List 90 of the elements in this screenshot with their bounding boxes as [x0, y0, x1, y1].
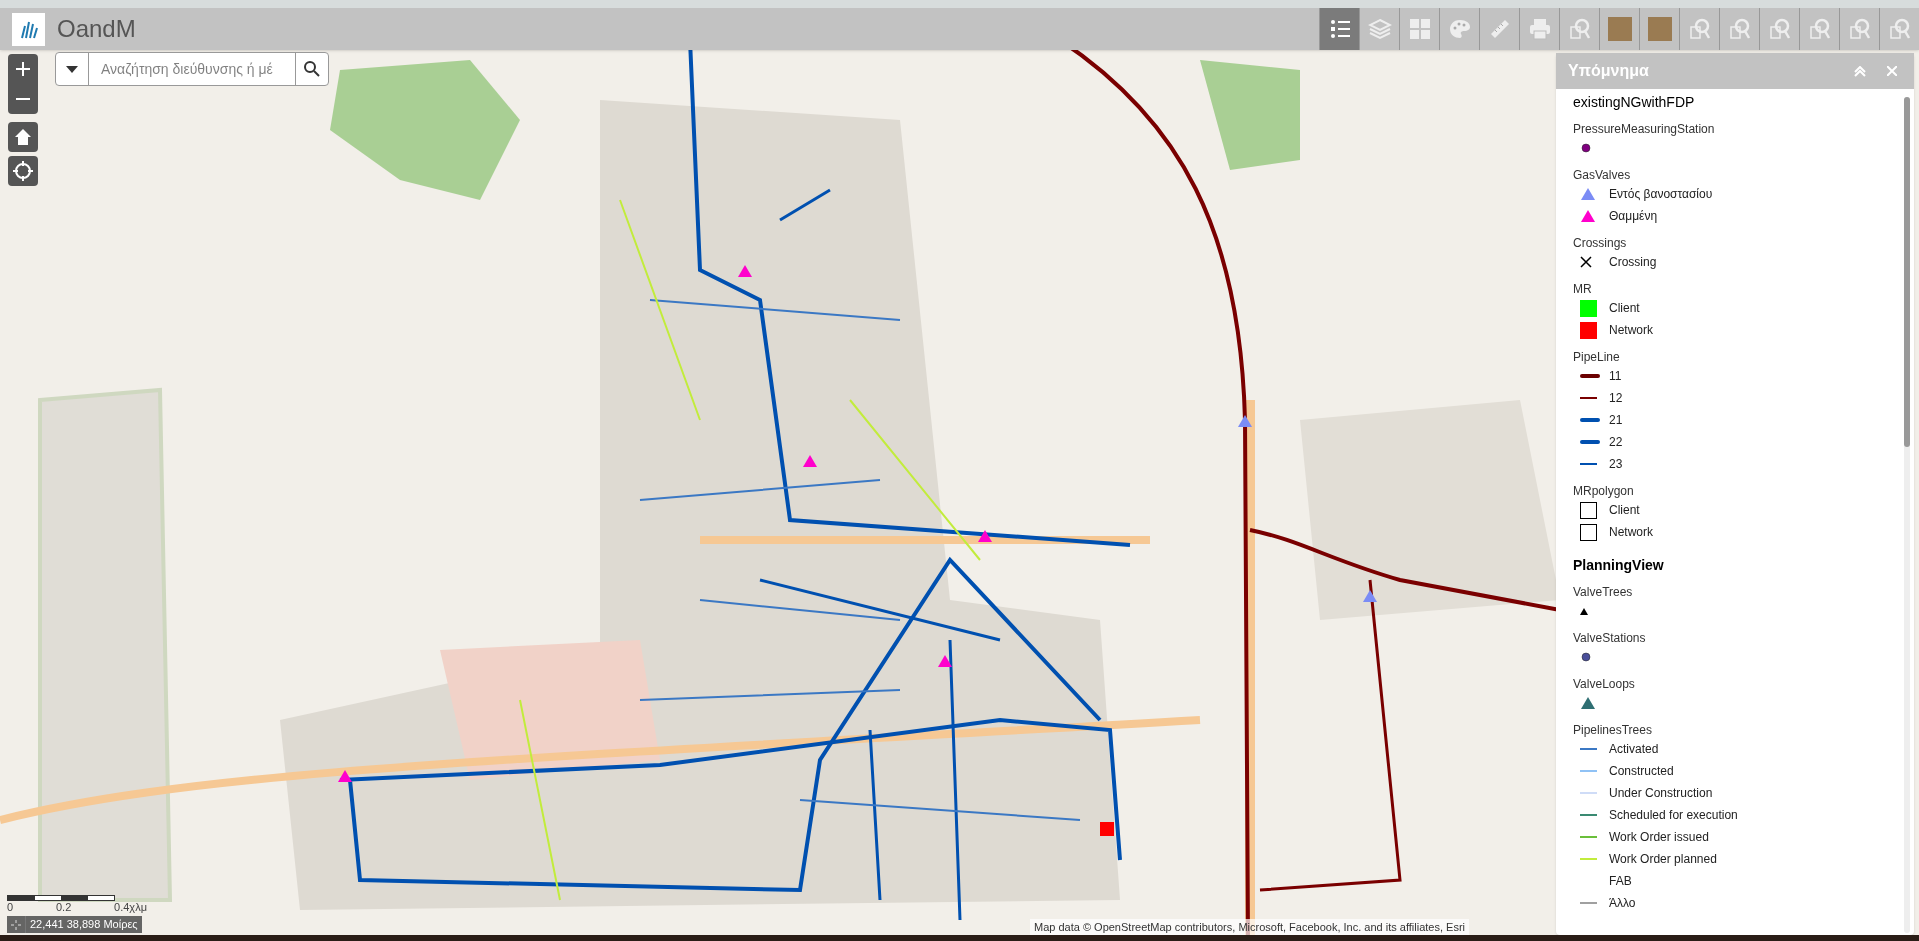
close-icon — [1887, 66, 1897, 76]
legend-section-title: ValveStations — [1573, 630, 1647, 646]
crosshair-icon — [13, 161, 33, 181]
station-marker — [1100, 822, 1114, 836]
legend-label: Network — [1609, 524, 1653, 541]
legend-label: 11 — [1609, 368, 1622, 385]
legend-label: Θαμμένη — [1609, 208, 1658, 225]
valve-marker — [803, 455, 817, 467]
valve-marker — [338, 770, 352, 782]
legend-section-title: ValveLoops — [1573, 676, 1636, 692]
legend-section-title: ValveTrees — [1573, 584, 1634, 600]
magnifier-document-icon — [1807, 17, 1832, 41]
legend-label: Activated — [1609, 741, 1659, 758]
query-button[interactable] — [1759, 8, 1799, 50]
valve-marker — [1238, 415, 1252, 427]
home-button[interactable] — [8, 122, 38, 152]
layer-title: existingNGwithFDP — [1573, 93, 1696, 112]
panel-title: Υπόμνημα — [1568, 61, 1649, 81]
legend-label: 23 — [1609, 456, 1623, 473]
thumbnail-button[interactable] — [1639, 8, 1679, 50]
magnifier-document-icon — [1847, 17, 1872, 41]
legend-section-title: Crossings — [1573, 235, 1628, 251]
valve-marker — [738, 265, 752, 277]
photo-thumbnail — [1607, 17, 1632, 41]
legend-label: Work Order issued — [1609, 829, 1709, 846]
legend-label: Scheduled for execution — [1609, 807, 1738, 824]
photo-thumbnail — [1647, 17, 1672, 41]
query-button[interactable] — [1679, 8, 1719, 50]
grid-icon — [1407, 17, 1432, 41]
minus-icon — [16, 98, 30, 100]
legend-label: Network — [1609, 322, 1653, 339]
legend-label: Client — [1609, 502, 1640, 519]
company-logo — [12, 12, 45, 46]
legend-label: Constructed — [1609, 763, 1674, 780]
magnifier-document-icon — [1767, 17, 1792, 41]
legend-label: 21 — [1609, 412, 1623, 429]
legend-label: Εντός βανοστασίου — [1609, 186, 1713, 203]
ruler-button[interactable] — [1479, 8, 1519, 50]
crosshair-icon — [11, 919, 21, 930]
query-button[interactable] — [1559, 8, 1599, 50]
scale-label: 0.4χλμ — [114, 901, 147, 915]
legend-section-title: PressureMeasuringStation — [1573, 121, 1716, 137]
magnifier-document-icon — [1567, 17, 1592, 41]
caret-icon — [66, 65, 78, 73]
printer-icon — [1527, 17, 1552, 41]
legend-label: Crossing — [1609, 254, 1657, 271]
magnifier-document-icon — [1887, 17, 1912, 41]
legend-section-title: PipeLine — [1573, 349, 1621, 365]
legend-section-title: MR — [1573, 281, 1593, 297]
layers-icon — [1367, 17, 1392, 41]
legend-label: FAB — [1609, 873, 1632, 890]
legend-label: Άλλο — [1609, 895, 1636, 912]
legend-label: Client — [1609, 300, 1640, 317]
legend-label: 22 — [1609, 434, 1623, 451]
print-button[interactable] — [1519, 8, 1559, 50]
double-chevron-up-icon — [1854, 65, 1866, 77]
plus-icon — [16, 62, 30, 76]
legend-label: Work Order planned — [1609, 851, 1717, 868]
search-bar[interactable]: Αναζήτηση διεύθυνσης ή μέ — [55, 52, 329, 86]
thumbnail-button[interactable] — [1599, 8, 1639, 50]
query-button[interactable] — [1799, 8, 1839, 50]
valve-marker — [978, 530, 992, 542]
query-button[interactable] — [1879, 8, 1919, 50]
layers-button[interactable] — [1359, 8, 1399, 50]
scale-label: 0.2 — [55, 901, 72, 915]
legend-section-title: GasValves — [1573, 167, 1632, 183]
query-button[interactable] — [1839, 8, 1879, 50]
magnifier-document-icon — [1727, 17, 1752, 41]
app-title: OandM — [57, 14, 136, 44]
coordinates-text: 22,441 38,898 Μοίρες — [25, 916, 142, 933]
legend-section-title: PipelinesTrees — [1573, 722, 1653, 738]
legend-button[interactable] — [1319, 8, 1359, 50]
valve-marker — [1363, 590, 1377, 602]
palette-icon — [1447, 17, 1472, 41]
palette-button[interactable] — [1439, 8, 1479, 50]
map-attribution: Map data © OpenStreetMap contributors, Microsoft, Facebook, Inc. and its affiliates, Esri — [1030, 919, 1469, 936]
layer-title: PlanningView — [1573, 556, 1665, 575]
scale-label: 0 — [7, 901, 14, 915]
search-field[interactable]: Αναζήτηση διεύθυνσης ή μέ — [89, 53, 295, 85]
home-icon — [14, 128, 32, 146]
scrollbar[interactable] — [1904, 97, 1910, 933]
valve-marker — [938, 655, 952, 667]
basemap-button[interactable] — [1399, 8, 1439, 50]
legend-label: Under Construction — [1609, 785, 1713, 802]
legend-section-title: MRpolygon — [1573, 483, 1635, 499]
locate-button[interactable] — [8, 156, 38, 186]
query-button[interactable] — [1719, 8, 1759, 50]
magnifier-document-icon — [1687, 17, 1712, 41]
legend-label: 12 — [1609, 390, 1623, 407]
search-icon — [304, 61, 320, 77]
